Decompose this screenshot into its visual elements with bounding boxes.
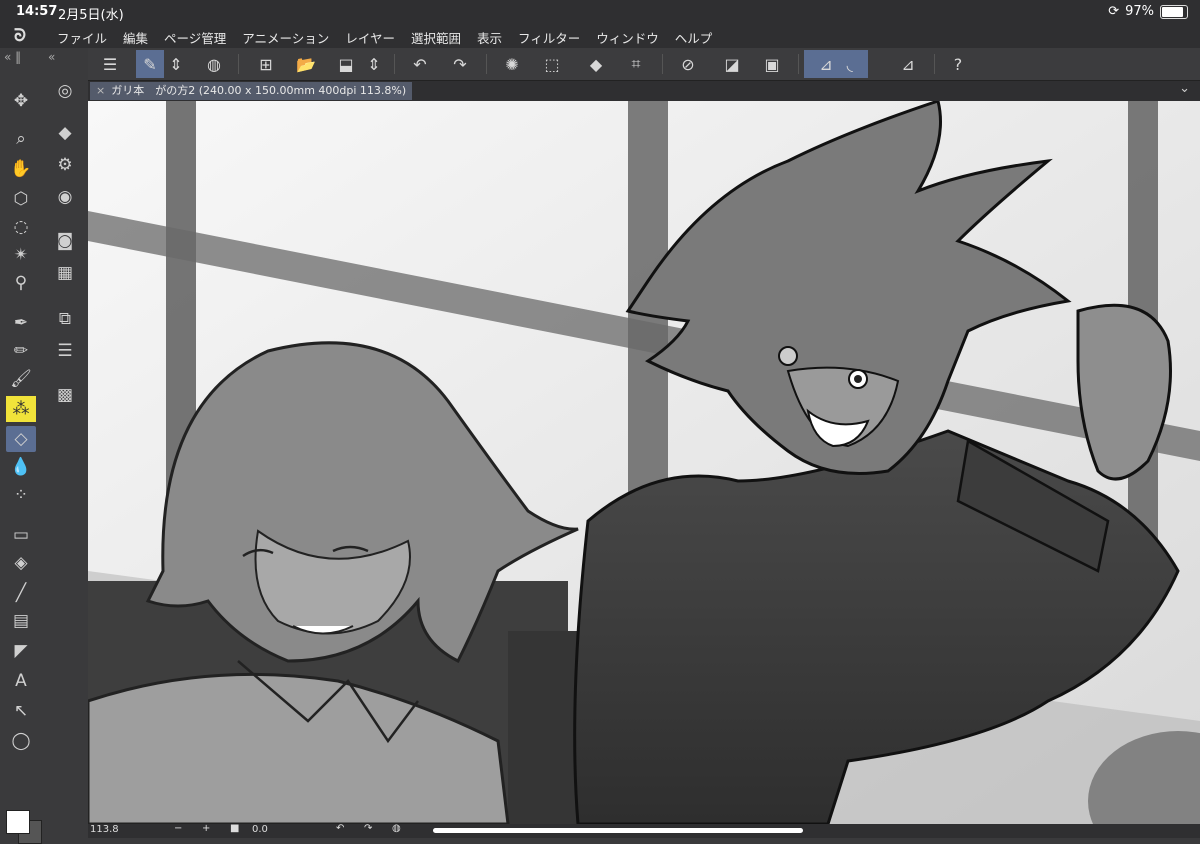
status-date: 2月5日(水) [58, 8, 124, 23]
subtool-settings-icon[interactable]: ⚙ [50, 152, 80, 178]
menu-items: ファイル 編集 ページ管理 アニメーション レイヤー 選択範囲 表示 フィルター… [57, 28, 728, 47]
help-icon[interactable]: ? [944, 50, 972, 78]
menu-layer[interactable]: レイヤー [345, 28, 395, 47]
collapse-left-icon[interactable]: « ‖ [4, 50, 21, 64]
chevron-down-icon[interactable]: ⌄ [1179, 81, 1190, 96]
brush-icon[interactable]: 🖌 [6, 366, 36, 392]
material-icon[interactable]: ▩ [50, 382, 80, 408]
loading-icon[interactable]: ✺ [498, 50, 526, 78]
frame-icon[interactable]: ▤ [6, 608, 36, 634]
companion-icon[interactable]: ◍ [200, 50, 228, 78]
save-icon[interactable]: ⬓ [332, 50, 360, 78]
battery-icon [1160, 4, 1188, 19]
layer-icon[interactable]: ☰ [50, 338, 80, 364]
main-color-swatch[interactable] [6, 810, 30, 834]
gradient-icon[interactable]: ▭ [6, 522, 36, 548]
deselect-icon[interactable]: ⊘ [674, 50, 702, 78]
hamburger-menu-icon[interactable]: ☰ [96, 50, 124, 78]
eyedropper-icon[interactable]: ⚲ [6, 270, 36, 296]
menu-selection[interactable]: 選択範囲 [411, 28, 461, 47]
rotate-left-icon[interactable]: ↶ [336, 823, 344, 834]
canvas-tab[interactable]: × ガリ本 がの方2 (240.00 x 150.00mm 400dpi 113.… [90, 82, 413, 100]
canvas-edit-icon[interactable]: ✎ [136, 50, 164, 78]
airbrush-icon[interactable]: ⁘ [6, 482, 36, 508]
object-icon[interactable]: ⬡ [6, 186, 36, 212]
subtool-eraser-icon[interactable]: ◆ [50, 120, 80, 146]
layer-property-icon[interactable]: ⧉ [50, 306, 80, 332]
chevron-updown-icon[interactable]: ⇕ [168, 50, 184, 78]
menu-window[interactable]: ウィンドウ [596, 28, 659, 47]
sub-tool-palette: « ◎ ◆ ⚙ ◉ ◙ ▦ ⧉ ☰ ▩ [44, 48, 89, 838]
app-logo-icon[interactable]: ᘐ [14, 26, 26, 46]
menu-help[interactable]: ヘルプ [675, 28, 713, 47]
undo-icon[interactable]: ↶ [406, 50, 434, 78]
invert-selection-icon[interactable]: ◪ [718, 50, 746, 78]
collapse-sub-icon[interactable]: « [48, 50, 55, 64]
text-icon[interactable]: A [6, 668, 36, 694]
menu-bar: ᘐ ファイル 編集 ページ管理 アニメーション レイヤー 選択範囲 表示 フィル… [0, 24, 1200, 48]
menu-edit[interactable]: 編集 [123, 28, 148, 47]
move-icon[interactable]: ✥ [6, 88, 36, 114]
navigator-icon[interactable]: ◎ [50, 78, 80, 104]
rotate-right-icon[interactable]: ↷ [364, 823, 372, 834]
chevron-updown-icon-2[interactable]: ⇕ [366, 50, 382, 78]
menu-animation[interactable]: アニメーション [242, 28, 329, 47]
redo-icon[interactable]: ↷ [446, 50, 474, 78]
hand-icon[interactable]: ✋ [6, 156, 36, 182]
menu-filter[interactable]: フィルター [518, 28, 580, 47]
lasso-icon[interactable]: ◌ [6, 214, 36, 240]
pen-icon[interactable]: ✒ [6, 310, 36, 336]
rotation-lock-icon: ⟳ [1108, 4, 1120, 19]
decoration-icon[interactable]: ⁂ [6, 396, 36, 422]
correct-line-icon[interactable]: ↖ [6, 698, 36, 724]
zoom-out-icon[interactable]: − [174, 823, 182, 834]
snap-group: ⊿ ◟ [804, 50, 868, 78]
canvas-tab-title: ガリ本 がの方2 (240.00 x 150.00mm 400dpi 113.8… [111, 84, 407, 97]
canvas-status-bar: 113.8 − + ■ 0.0 ↶ ↷ ◍ [88, 823, 1200, 838]
zoom-value[interactable]: 113.8 [90, 824, 119, 835]
selection-border-icon[interactable]: ▣ [758, 50, 786, 78]
color-circle-icon[interactable]: ◙ [50, 228, 80, 254]
fill-icon[interactable]: ◈ [6, 550, 36, 576]
status-bar: 14:57 2月5日(水) ⟳ 97% [0, 0, 1200, 24]
snap-ruler-icon[interactable]: ⊿ [819, 55, 832, 74]
snap-special-ruler-icon[interactable]: ◟ [847, 55, 853, 74]
balloon-icon[interactable]: ◯ [6, 728, 36, 754]
tool-palette: « ‖ ✥ ⌕ ✋ ⬡ ◌ ✴ ⚲ ✒ ✏ 🖌 ⁂ ◇ 💧 ⁘ ▭ ◈ ╱ ▤ … [0, 48, 45, 844]
drawing-canvas[interactable] [88, 101, 1200, 824]
close-tab-icon[interactable]: × [96, 84, 105, 97]
command-bar: ☰ ✎ ⇕ ◍ ⊞ 📂 ⬓ ⇕ ↶ ↷ ✺ ⬚ ◆ ⌗ ⊘ ◪ ▣ ⊿ ◟ ⊿ … [88, 48, 1200, 81]
reset-rotation-icon[interactable]: ◍ [392, 823, 401, 834]
eraser-icon[interactable]: ◇ [6, 426, 36, 452]
transform-icon[interactable]: ⌗ [622, 50, 650, 78]
zoom-icon[interactable]: ⌕ [6, 126, 36, 152]
snap-grid-icon[interactable]: ⊿ [894, 50, 922, 78]
line-icon[interactable]: ╱ [6, 580, 36, 606]
battery-percent: 97% [1125, 4, 1154, 19]
menu-file[interactable]: ファイル [57, 28, 107, 47]
menu-page[interactable]: ページ管理 [164, 28, 226, 47]
illustration [88, 101, 1200, 824]
fill-bucket-icon[interactable]: ◆ [582, 50, 610, 78]
menu-view[interactable]: 表示 [477, 28, 502, 47]
blend-icon[interactable]: 💧 [6, 454, 36, 480]
subtool-detail-icon[interactable]: ◉ [50, 184, 80, 210]
magic-wand-icon[interactable]: ✴ [6, 242, 36, 268]
rotation-angle-value[interactable]: 0.0 [252, 824, 268, 835]
ruler-icon[interactable]: ◤ [6, 638, 36, 664]
new-file-icon[interactable]: ⊞ [252, 50, 280, 78]
open-folder-icon[interactable]: 📂 [292, 50, 320, 78]
pencil-icon[interactable]: ✏ [6, 338, 36, 364]
zoom-in-icon[interactable]: + [202, 823, 210, 834]
status-time: 14:57 [16, 4, 58, 19]
fit-icon[interactable]: ■ [230, 823, 239, 834]
home-indicator[interactable] [433, 828, 803, 833]
canvas-tab-bar: × ガリ本 がの方2 (240.00 x 150.00mm 400dpi 113.… [88, 81, 1200, 101]
color-set-icon[interactable]: ▦ [50, 260, 80, 286]
status-right: ⟳ 97% [1108, 4, 1188, 19]
select-clear-icon[interactable]: ⬚ [538, 50, 566, 78]
